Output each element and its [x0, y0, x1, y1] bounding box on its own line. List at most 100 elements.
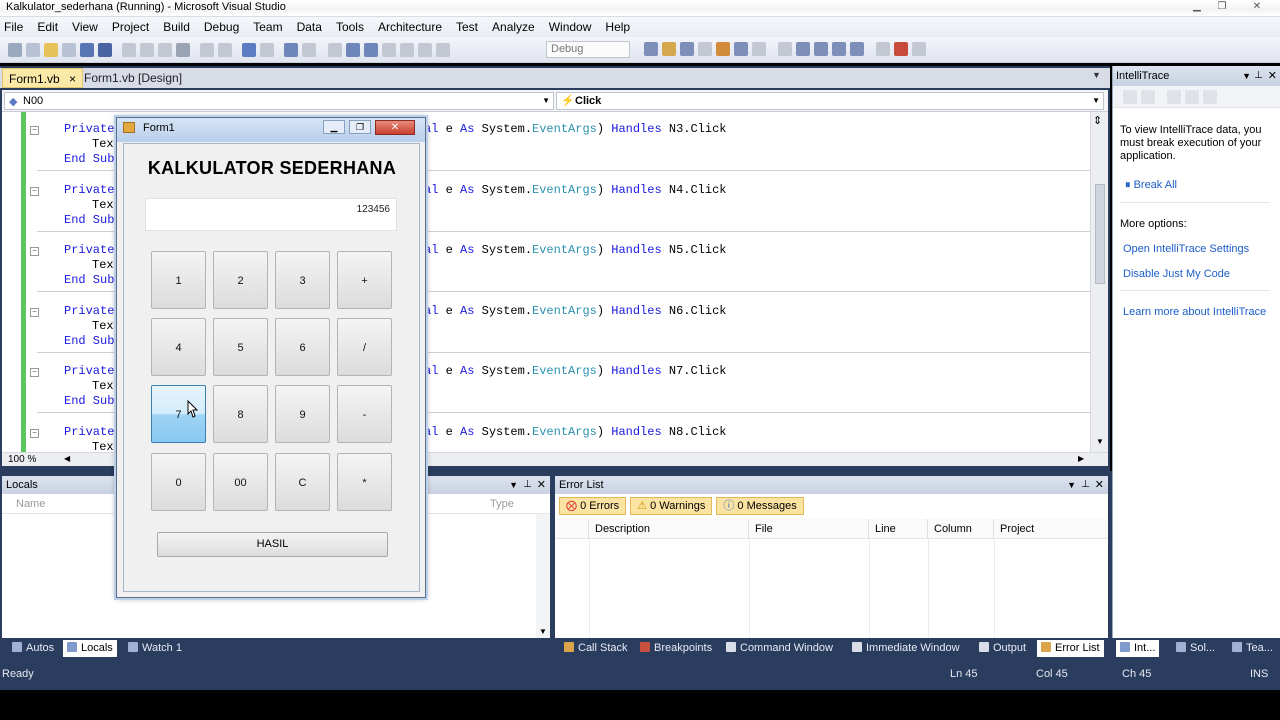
menu-build[interactable]: Build	[156, 17, 197, 37]
form1-window[interactable]: Form1 ▁ ❐ ✕ KALKULATOR SEDERHANA 123456 …	[116, 117, 426, 598]
col-line[interactable]: Line	[869, 518, 928, 539]
cut-icon[interactable]	[122, 42, 136, 57]
solution-config-select[interactable]: Debug	[546, 41, 630, 58]
menu-architecture[interactable]: Architecture	[371, 17, 449, 37]
tab-error-list[interactable]: Error List	[1037, 640, 1104, 657]
break-all-icon[interactable]	[346, 42, 360, 57]
key-2[interactable]: 2	[213, 251, 268, 309]
collapse-region-icon[interactable]: −	[30, 186, 39, 196]
key-6[interactable]: 6	[275, 318, 330, 376]
tab-command-window[interactable]: Command Window	[722, 640, 837, 657]
key-9[interactable]: 9	[275, 385, 330, 443]
bookmark-icon[interactable]	[832, 42, 846, 56]
maximize-button[interactable]: ❐	[1210, 0, 1234, 14]
menu-debug[interactable]: Debug	[197, 17, 246, 37]
calculator-display[interactable]: 123456	[145, 198, 397, 231]
menu-edit[interactable]: Edit	[30, 17, 65, 37]
form-maximize-button[interactable]: ❐	[349, 120, 371, 134]
key-clear[interactable]: C	[275, 453, 330, 511]
tab-breakpoints[interactable]: Breakpoints	[636, 640, 716, 657]
event-select[interactable]: ⚡ Click ▼	[556, 92, 1104, 110]
solution-explorer-icon[interactable]	[662, 42, 676, 56]
scroll-right-icon[interactable]: ▶	[1078, 454, 1084, 463]
panel-close-icon[interactable]: ✕	[537, 476, 546, 494]
key-3[interactable]: 3	[275, 251, 330, 309]
form-minimize-button[interactable]: ▁	[323, 120, 345, 134]
format-icon[interactable]	[778, 42, 792, 56]
col-project[interactable]: Project	[994, 519, 1104, 539]
comment-icon[interactable]	[200, 42, 214, 57]
menu-team[interactable]: Team	[246, 17, 289, 37]
learn-more-link[interactable]: Learn more about IntelliTrace	[1123, 306, 1266, 318]
tab-form1-vb[interactable]: Form1.vb ×	[2, 68, 84, 88]
collapse-region-icon[interactable]: −	[30, 307, 39, 317]
key-multiply[interactable]: *	[337, 453, 392, 511]
col-type[interactable]: Type	[490, 498, 514, 510]
panel-menu-icon[interactable]: ▼	[509, 476, 518, 494]
restart-icon[interactable]	[382, 42, 396, 57]
collapse-region-icon[interactable]: −	[30, 126, 39, 135]
panel-close-icon[interactable]: ✕	[1095, 476, 1104, 494]
start-debug-icon[interactable]	[328, 42, 342, 57]
messages-filter[interactable]: ⓘ 0 Messages	[716, 497, 804, 515]
tab-solution-explorer[interactable]: Sol...	[1172, 640, 1219, 657]
clear-bookmarks-icon[interactable]	[876, 42, 890, 56]
step-out-icon[interactable]	[436, 42, 450, 57]
collapse-region-icon[interactable]: −	[30, 247, 39, 256]
properties-icon[interactable]	[680, 42, 694, 56]
next-bookmark-icon[interactable]	[850, 42, 864, 56]
menu-analyze[interactable]: Analyze	[485, 17, 542, 37]
panel-menu-icon[interactable]: ▼	[1242, 66, 1251, 86]
search-icon[interactable]	[1185, 89, 1199, 104]
tab-output[interactable]: Output	[975, 640, 1030, 657]
code-vertical-scrollbar[interactable]: ⇕ ▼	[1090, 112, 1108, 452]
key-1[interactable]: 1	[151, 251, 206, 309]
menu-file[interactable]: File	[0, 17, 30, 37]
menu-project[interactable]: Project	[105, 17, 156, 37]
close-button[interactable]: ✕	[1245, 0, 1269, 14]
pin-icon[interactable]: ⊥	[1081, 476, 1090, 494]
object-select[interactable]: ◆ N00 ▼	[4, 92, 554, 110]
locals-scrollbar[interactable]: ▼	[536, 514, 550, 638]
tab-immediate-window[interactable]: Immediate Window	[848, 640, 964, 657]
filter-icon[interactable]	[1167, 89, 1181, 104]
menu-data[interactable]: Data	[290, 17, 329, 37]
indent-icon[interactable]	[796, 42, 810, 56]
warnings-filter[interactable]: ⚠ 0 Warnings	[630, 497, 713, 515]
toolbox-icon[interactable]	[698, 42, 712, 56]
panel-close-icon[interactable]: ✕	[1268, 66, 1277, 86]
step-into-icon[interactable]	[400, 42, 414, 57]
save-icon[interactable]	[80, 42, 94, 57]
errors-filter[interactable]: ⨂ 0 Errors	[559, 497, 627, 515]
find-in-files-icon[interactable]	[644, 42, 658, 56]
undo-icon[interactable]	[242, 42, 256, 57]
zoom-level[interactable]: 100 %	[4, 453, 36, 466]
collapse-region-icon[interactable]: −	[30, 428, 39, 438]
navigate-forward-icon[interactable]	[302, 42, 316, 57]
key-plus[interactable]: +	[337, 251, 392, 309]
settings-icon[interactable]	[1203, 89, 1217, 104]
team-explorer-icon[interactable]	[752, 42, 766, 56]
copy-icon[interactable]	[140, 42, 154, 57]
key-8[interactable]: 8	[213, 385, 268, 443]
key-divide[interactable]: /	[337, 318, 392, 376]
key-minus[interactable]: -	[337, 385, 392, 443]
redo-icon[interactable]	[260, 42, 274, 57]
navigate-back-icon[interactable]	[284, 42, 298, 57]
step-over-icon[interactable]	[418, 42, 432, 57]
tab-call-stack[interactable]: Call Stack	[560, 640, 632, 657]
tab-watch1[interactable]: Watch 1	[124, 640, 186, 657]
scroll-down-icon[interactable]: ▼	[539, 627, 547, 636]
col-column[interactable]: Column	[928, 518, 994, 539]
tab-locals[interactable]: Locals	[63, 640, 117, 657]
new-project-icon[interactable]	[8, 42, 22, 57]
split-icon[interactable]: ⇕	[1093, 114, 1102, 127]
find-icon[interactable]	[176, 42, 190, 57]
customize-icon[interactable]	[912, 42, 926, 56]
minimize-button[interactable]: ▁	[1185, 0, 1209, 14]
stop-icon[interactable]	[364, 42, 378, 57]
key-00[interactable]: 00	[213, 453, 268, 511]
break-all-link[interactable]: ⏸ Break All	[1125, 179, 1177, 192]
add-icon[interactable]	[62, 42, 76, 57]
key-4[interactable]: 4	[151, 318, 206, 376]
